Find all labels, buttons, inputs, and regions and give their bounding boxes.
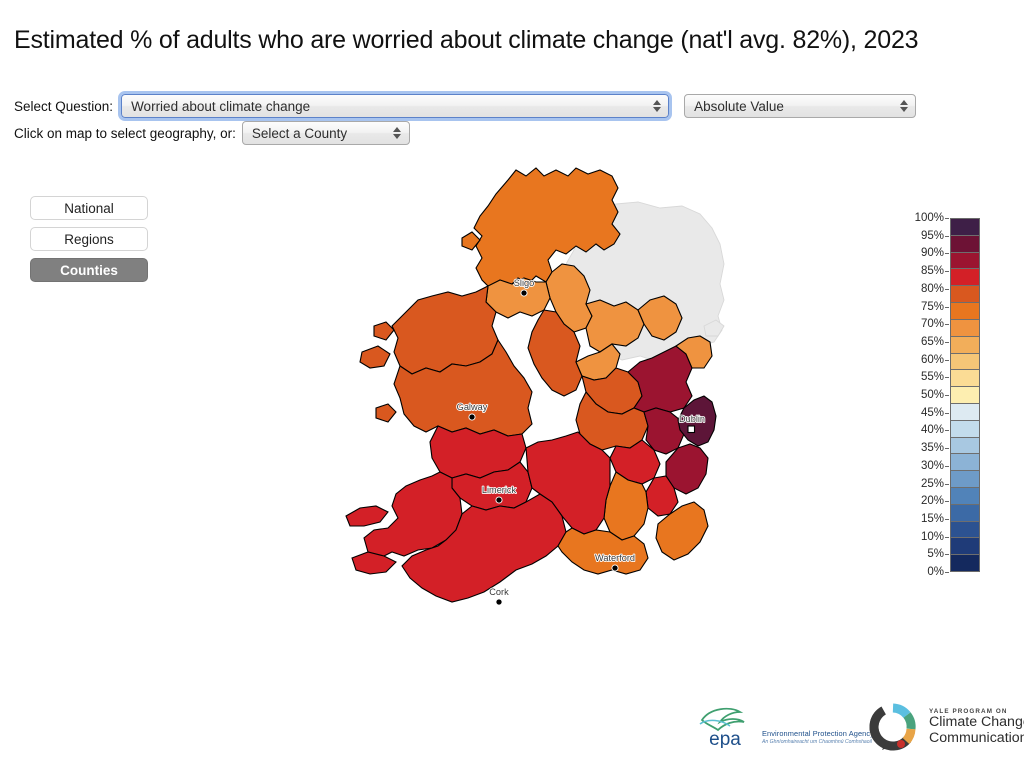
legend-tick: 75% <box>920 300 950 313</box>
geo-button-counties-label: Counties <box>60 262 118 278</box>
footer-logos: epa Environmental Protection Agency An G… <box>694 698 1024 756</box>
city-label-dublin: Dublin <box>679 414 705 424</box>
legend-band <box>951 370 979 388</box>
legend-tick: 10% <box>920 530 950 543</box>
legend-band <box>951 471 979 488</box>
legend-tick: 45% <box>920 406 950 419</box>
legend-tick: 55% <box>920 371 950 384</box>
legend-band <box>951 538 979 556</box>
stepper-arrows-icon <box>393 125 402 141</box>
legend-tick: 85% <box>920 265 950 278</box>
legend-tick: 90% <box>920 247 950 260</box>
legend-band <box>951 504 979 522</box>
legend-tick: 95% <box>920 229 950 242</box>
choropleth-map[interactable]: Sligo Galway Dublin Limerick Waterford C… <box>300 140 800 670</box>
yale-ring-icon <box>869 703 917 751</box>
county-galway-islands <box>375 403 397 423</box>
legend-band <box>951 387 979 404</box>
legend-band <box>951 219 979 236</box>
epa-mark-icon: epa <box>694 704 756 750</box>
select-question-dropdown[interactable]: Worried about climate change <box>118 91 673 121</box>
legend-tick: 65% <box>920 335 950 348</box>
legend-band <box>951 555 979 572</box>
select-value-type-dropdown[interactable]: Absolute Value <box>684 94 917 118</box>
county-kerry-beara <box>351 551 397 575</box>
legend-tick: 70% <box>920 318 950 331</box>
yale-program-line3: Communication <box>929 729 1024 746</box>
page-title: Estimated % of adults who are worried ab… <box>14 25 919 54</box>
legend-band <box>951 319 979 337</box>
epa-wordmark: epa <box>709 729 741 748</box>
legend-tick: 5% <box>927 548 949 561</box>
geo-button-counties[interactable]: Counties <box>30 258 148 282</box>
city-dot-limerick <box>495 496 503 504</box>
legend-band <box>951 353 979 371</box>
yale-text-block: YALE PROGRAM ON Climate Change Communica… <box>929 708 1024 746</box>
select-question-label: Select Question: <box>14 98 114 114</box>
legend-band <box>951 252 979 270</box>
legend-band <box>951 286 979 304</box>
select-question-value: Worried about climate change <box>131 98 311 114</box>
geo-button-regions[interactable]: Regions <box>30 227 148 251</box>
city-marker-dublin <box>687 425 696 434</box>
climate-opinion-map-app: Estimated % of adults who are worried ab… <box>0 0 1024 761</box>
geo-button-national-label: National <box>64 200 114 216</box>
map-legend: 100% 95% 90% 85% 80% 75% 70% 65% 60% 55% 50% 45% 40%… <box>906 212 986 579</box>
legend-band <box>951 336 979 354</box>
legend-band <box>951 488 979 505</box>
city-dot-galway <box>468 413 476 421</box>
county-mayo-achill <box>359 345 391 369</box>
county-mayo-islands <box>373 321 395 341</box>
county-kerry-dingle <box>345 505 389 527</box>
city-dot-waterford <box>611 564 619 572</box>
legend-band <box>951 454 979 472</box>
yale-program-line2: Climate Change <box>929 714 1024 731</box>
geo-button-regions-label: Regions <box>64 231 114 247</box>
legend-band <box>951 521 979 539</box>
legend-tick: 0% <box>927 566 949 578</box>
legend-tick: 25% <box>920 477 950 490</box>
legend-band <box>951 269 979 287</box>
stepper-arrows-icon <box>652 98 661 114</box>
legend-band <box>951 235 979 253</box>
epa-name-english: Environmental Protection Agency <box>762 729 874 738</box>
epa-name-irish: An Ghníomhaireacht um Chaomhnú Comhshaoi… <box>762 739 872 745</box>
geography-level-buttons: National Regions Counties <box>30 196 148 282</box>
legend-band <box>951 303 979 320</box>
legend-tick: 60% <box>920 353 950 366</box>
stepper-arrows-icon <box>899 98 908 114</box>
legend-color-bar <box>950 218 980 572</box>
legend-tick: 50% <box>920 389 950 401</box>
city-label-galway: Galway <box>457 402 488 412</box>
legend-band <box>951 437 979 455</box>
epa-logo: epa Environmental Protection Agency An G… <box>694 704 874 750</box>
select-geography-label: Click on map to select geography, or: <box>14 125 236 141</box>
yale-program-logo: YALE PROGRAM ON Climate Change Communica… <box>866 700 1024 754</box>
legend-tick: 40% <box>920 424 950 437</box>
legend-tick: 100% <box>914 212 950 224</box>
city-label-limerick: Limerick <box>482 485 517 495</box>
select-value-type-value: Absolute Value <box>694 98 784 114</box>
legend-tick: 30% <box>920 459 950 472</box>
city-label-sligo: Sligo <box>514 278 534 288</box>
select-county-value: Select a County <box>251 125 348 141</box>
legend-tick-labels: 100% 95% 90% 85% 80% 75% 70% 65% 60% 55% 50% 45% 40%… <box>906 212 950 578</box>
city-label-waterford: Waterford <box>595 553 635 563</box>
city-dot-cork <box>495 598 503 606</box>
city-label-cork: Cork <box>489 587 509 597</box>
legend-band <box>951 403 979 421</box>
legend-tick: 35% <box>920 442 950 455</box>
question-controls-row: Select Question: Worried about climate c… <box>14 91 917 121</box>
geo-button-national[interactable]: National <box>30 196 148 220</box>
select-question-wrapper: Worried about climate change <box>118 91 673 121</box>
legend-tick: 15% <box>920 512 950 525</box>
legend-band <box>951 420 979 438</box>
city-dot-sligo <box>520 289 528 297</box>
legend-tick: 20% <box>920 495 950 508</box>
epa-text-block: Environmental Protection Agency An Ghnío… <box>762 729 874 748</box>
legend-tick: 80% <box>920 282 950 295</box>
